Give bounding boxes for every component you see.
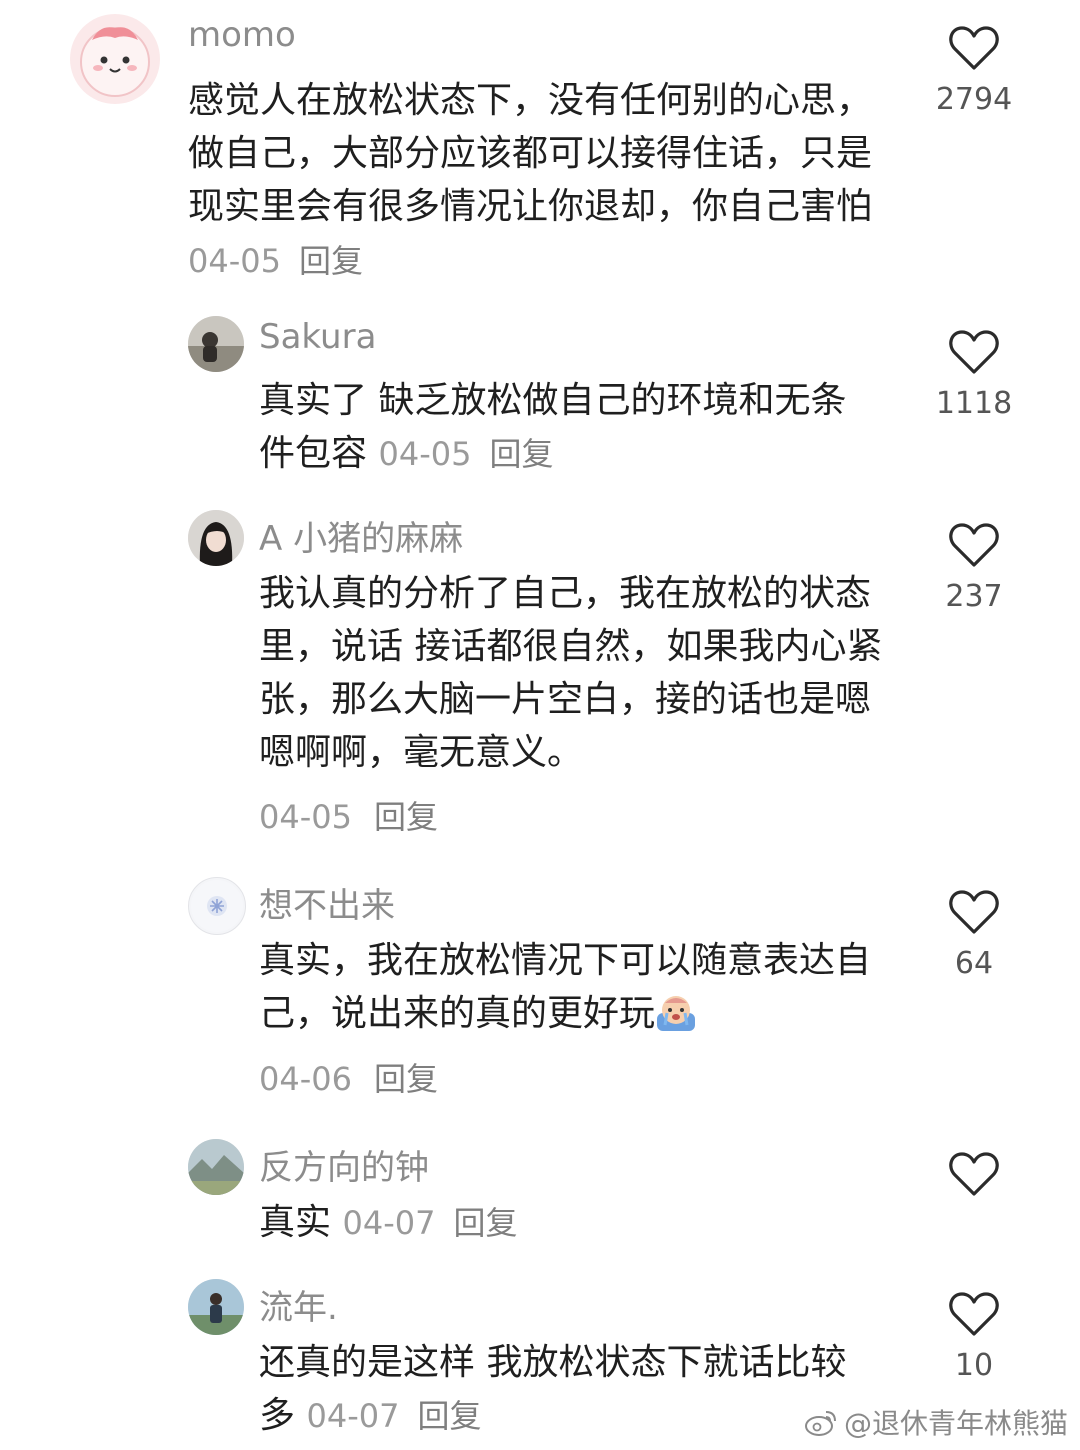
heart-icon [949,523,999,567]
comment-username[interactable]: A 小猪的麻麻 [259,511,463,560]
comment-text: 真实 04-07 回复 [259,1196,879,1250]
person-outdoor-avatar-icon[interactable] [188,1279,244,1335]
comment-meta: 04-05 回复 [378,435,553,473]
reply-button[interactable]: 回复 [374,1060,438,1098]
heart-icon [949,26,999,70]
like-button[interactable]: 64 [934,888,1014,981]
heart-icon [949,890,999,934]
reply-button[interactable]: 回复 [489,435,553,473]
reply-button[interactable]: 回复 [299,242,363,280]
comment-username[interactable]: 反方向的钟 [259,1140,429,1189]
heart-icon [949,330,999,374]
comment-meta: 04-06 回复 [259,1054,438,1100]
comment-username[interactable]: 流年. [259,1280,338,1329]
snowflake-avatar-icon[interactable] [188,877,246,935]
watermark: @退休青年林熊猫 [804,1402,1068,1442]
pink-cartoon-avatar-icon[interactable] [70,14,160,104]
comment-body: 感觉人在放松状态下，没有任何别的心思，做自己，大部分应该都可以接得住话，只是现实… [188,80,873,227]
like-count: 10 [954,1348,994,1383]
like-count: 64 [954,946,994,981]
girl-portrait-avatar-icon[interactable] [188,510,244,566]
like-button[interactable]: 237 [934,521,1014,614]
like-count: 237 [945,579,1003,614]
like-button[interactable] [934,1150,1014,1198]
comment-text: 感觉人在放松状态下，没有任何别的心思，做自己，大部分应该都可以接得住话，只是现实… [188,74,878,288]
comment-text: 真实了 缺乏放松做自己的环境和无条件包容 04-05 回复 [259,374,879,481]
photo-avatar-icon[interactable] [188,316,244,372]
heart-icon [949,1292,999,1336]
watermark-text: @退休青年林熊猫 [843,1407,1068,1440]
like-button[interactable]: 1118 [934,328,1014,421]
comment-meta: 04-05 回复 [188,242,363,280]
reply-button[interactable]: 回复 [453,1204,517,1242]
like-button[interactable]: 2794 [934,24,1014,117]
comment-date: 04-05 [259,798,352,836]
reply-button[interactable]: 回复 [417,1397,481,1435]
comment-date: 04-06 [259,1060,352,1098]
reply-button[interactable]: 回复 [374,798,438,836]
comment-meta: 04-05 回复 [259,792,438,838]
weibo-logo-icon [804,1411,836,1436]
comment-date: 04-07 [306,1397,400,1435]
comment-date: 04-07 [342,1204,436,1242]
comment-body: 我认真的分析了自己，我在放松的状态里，说话 接话都很自然，如果我内心紧张，那么大… [259,573,883,773]
comment-username[interactable]: 想不出来 [259,878,395,927]
comment-meta: 04-07 回复 [306,1397,481,1435]
comment-username[interactable]: momo [188,15,296,55]
comment-text: 还真的是这样 我放松状态下就话比较多 04-07 回复 [259,1336,879,1443]
crying-emoji-icon [657,996,696,1031]
like-button[interactable]: 10 [934,1290,1014,1383]
comment-date: 04-05 [188,242,281,280]
like-count: 2794 [935,82,1013,117]
comment-body: 真实 [259,1202,332,1243]
comment-username[interactable]: Sakura [259,317,376,357]
comment-meta: 04-07 回复 [342,1204,517,1242]
comment-body: 真实，我在放松情况下可以随意表达自己，说出来的真的更好玩 [259,940,872,1034]
comment-date: 04-05 [378,435,472,473]
comment-text: 我认真的分析了自己，我在放松的状态里，说话 接话都很自然，如果我内心紧张，那么大… [259,567,899,779]
landscape-avatar-icon[interactable] [188,1139,244,1195]
like-count: 1118 [935,386,1013,421]
heart-icon [949,1152,999,1196]
comment-text: 真实，我在放松情况下可以随意表达自己，说出来的真的更好玩 [259,934,899,1040]
